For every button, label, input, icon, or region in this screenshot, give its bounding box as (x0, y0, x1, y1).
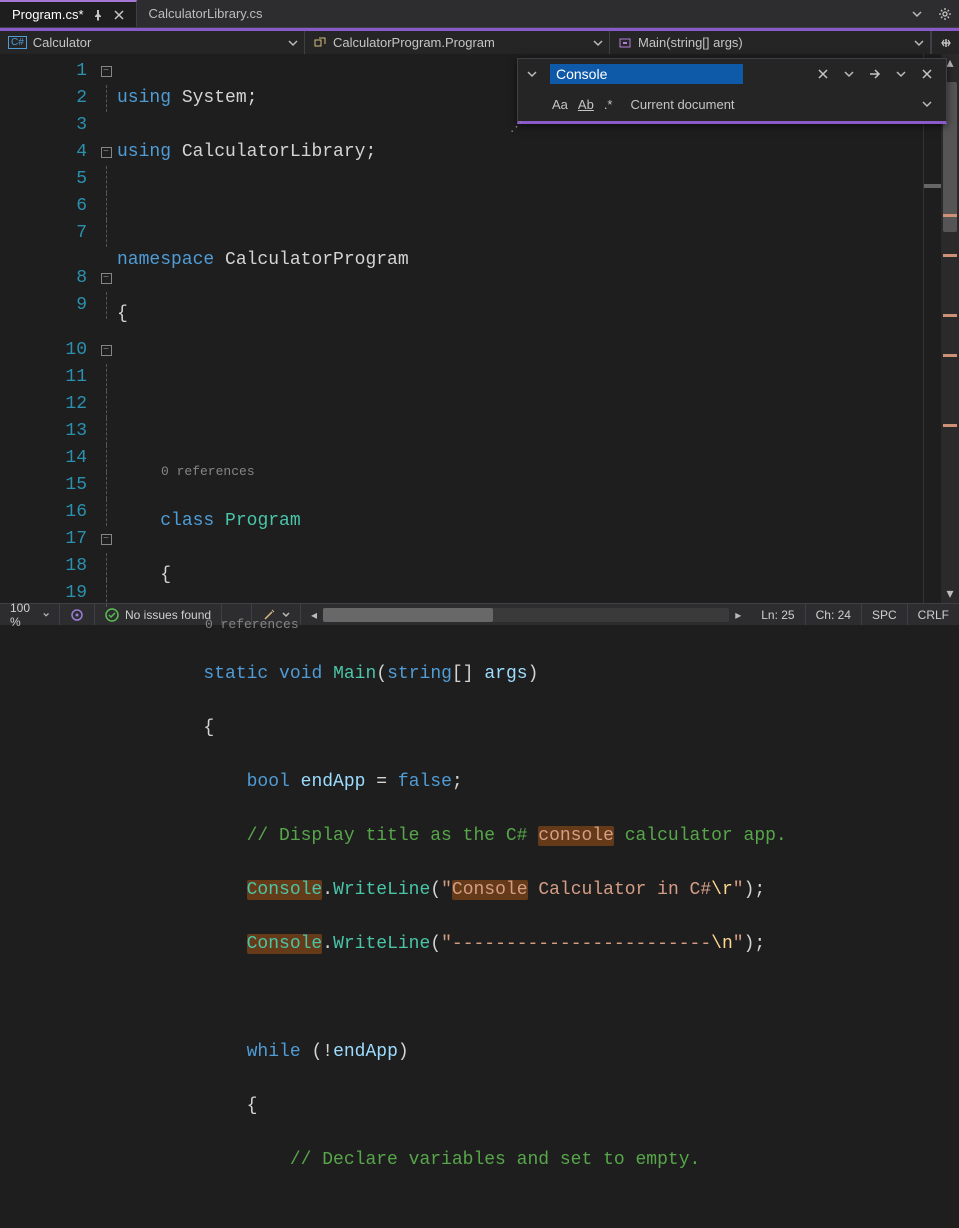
find-case-toggle[interactable]: Aa (552, 97, 568, 112)
zoom-control[interactable]: 100 % (0, 604, 60, 625)
tab-switcher-icon[interactable] (903, 0, 931, 27)
nav-bar: C# Calculator CalculatorProgram.Program … (0, 28, 959, 54)
csharp-icon: C# (8, 36, 27, 49)
chevron-down-icon[interactable] (838, 63, 860, 85)
line-number: 2 (0, 85, 87, 112)
line-number: 3 (0, 112, 87, 139)
line-number: 13 (0, 418, 87, 445)
line-number: 8 (0, 265, 87, 292)
gear-icon[interactable] (931, 0, 959, 27)
find-widget: Aa Ab .* Current document ⋰ (517, 58, 947, 124)
vertical-scrollbar[interactable]: ▴ ▾ (941, 54, 959, 603)
find-close-icon[interactable] (812, 63, 834, 85)
line-number: 1 (0, 58, 87, 85)
chevron-down-icon[interactable] (890, 63, 912, 85)
chevron-down-icon (914, 38, 924, 48)
find-regex-toggle[interactable]: .* (604, 97, 613, 112)
tab-spacer (272, 0, 903, 27)
line-number: 5 (0, 166, 87, 193)
scroll-thumb[interactable] (323, 608, 493, 622)
find-expand-icon[interactable] (526, 68, 546, 80)
close-icon[interactable] (112, 8, 126, 22)
chevron-down-icon (593, 38, 603, 48)
tab-bar: Program.cs* CalculatorLibrary.cs (0, 0, 959, 28)
fold-toggle[interactable]: − (101, 345, 112, 356)
minimap[interactable] (923, 54, 941, 603)
line-gutter: 1 2 3 4 5 6 7 8 9 10 11 12 13 14 15 16 1… (0, 54, 95, 603)
line-number: 17 (0, 526, 87, 553)
pin-icon[interactable] (92, 9, 104, 21)
split-editor-icon[interactable] (931, 31, 959, 54)
tab-calculatorlibrary-cs[interactable]: CalculatorLibrary.cs (137, 0, 273, 27)
find-scope-label[interactable]: Current document (630, 97, 734, 112)
codelens-label[interactable]: 0 references (117, 463, 923, 481)
tab-label: CalculatorLibrary.cs (149, 6, 263, 21)
nav-project-label: Calculator (33, 35, 92, 50)
horizontal-scrollbar[interactable]: ◂ ▸ (301, 608, 751, 622)
nav-class-label: CalculatorProgram.Program (333, 35, 495, 50)
fold-toggle[interactable]: − (101, 273, 112, 284)
line-number: 14 (0, 445, 87, 472)
line-number: 15 (0, 472, 87, 499)
chevron-down-icon (288, 38, 298, 48)
method-icon (618, 36, 632, 50)
line-number: 9 (0, 292, 87, 319)
line-number: 10 (0, 337, 87, 364)
line-number: 6 (0, 193, 87, 220)
fold-toggle[interactable]: − (101, 534, 112, 545)
intellicode-icon[interactable] (60, 604, 95, 625)
find-next-icon[interactable] (864, 63, 886, 85)
find-word-toggle[interactable]: Ab (578, 97, 594, 112)
fold-column: − − − − − (95, 54, 117, 603)
nav-method-dropdown[interactable]: Main(string[] args) (610, 31, 931, 54)
line-number: 16 (0, 499, 87, 526)
class-icon (313, 36, 327, 50)
tab-program-cs[interactable]: Program.cs* (0, 0, 137, 27)
line-number: 11 (0, 364, 87, 391)
tab-label: Program.cs* (12, 7, 84, 22)
code-area[interactable]: using System; using CalculatorLibrary; n… (117, 54, 923, 603)
nav-method-label: Main(string[] args) (638, 35, 743, 50)
nav-class-dropdown[interactable]: CalculatorProgram.Program (305, 31, 610, 54)
line-number: 4 (0, 139, 87, 166)
chevron-down-icon[interactable] (916, 93, 938, 115)
find-input[interactable] (550, 64, 743, 84)
nav-project-dropdown[interactable]: C# Calculator (0, 31, 305, 54)
line-number: 12 (0, 391, 87, 418)
line-number: 19 (0, 580, 87, 607)
editor: 1 2 3 4 5 6 7 8 9 10 11 12 13 14 15 16 1… (0, 54, 959, 603)
line-number: 18 (0, 553, 87, 580)
fold-toggle[interactable]: − (101, 66, 112, 77)
chevron-down-icon (43, 611, 49, 619)
line-number: 7 (0, 220, 87, 247)
fold-toggle[interactable]: − (101, 147, 112, 158)
find-dismiss-icon[interactable] (916, 63, 938, 85)
